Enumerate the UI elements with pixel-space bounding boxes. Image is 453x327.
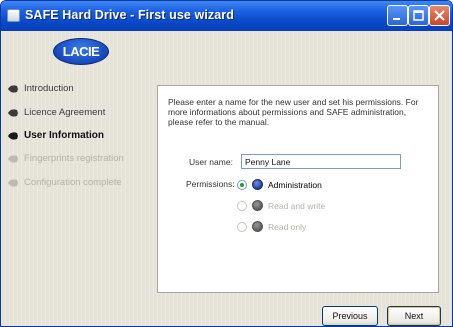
step-bullet-icon (8, 132, 18, 140)
step-bullet-icon (8, 85, 18, 93)
step-label: User Information (24, 130, 105, 141)
option-administration-label: Administration (268, 180, 322, 190)
previous-button[interactable]: Previous (322, 306, 378, 326)
option-read-only-label: Read only (268, 222, 307, 232)
step-label: Fingerprints registration (24, 153, 124, 164)
lacie-logo: LACIE (53, 38, 109, 65)
next-button[interactable]: Next (387, 306, 441, 326)
minimize-button[interactable] (387, 5, 408, 26)
admin-icon (252, 179, 263, 190)
wizard-window: SAFE Hard Drive - First use wizard LACIE… (0, 0, 453, 327)
maximize-icon (413, 10, 424, 21)
app-icon (7, 9, 20, 22)
read-write-icon (252, 200, 263, 211)
maximize-button[interactable] (408, 5, 429, 26)
step-label: Introduction (24, 83, 74, 94)
username-label: User name: (189, 157, 233, 167)
option-read-and-write-label: Read and write (268, 201, 326, 211)
step-label: Configuration complete (24, 177, 122, 188)
radio-read-and-write[interactable] (237, 201, 247, 211)
panel-description: Please enter a name for the new user and… (168, 97, 419, 127)
step-bullet-icon (8, 155, 18, 163)
title-bar[interactable]: SAFE Hard Drive - First use wizard (1, 1, 452, 31)
step-bullet-icon (8, 109, 18, 117)
logo-text: LACIE (62, 44, 100, 59)
radio-administration[interactable] (237, 180, 247, 190)
window-title: SAFE Hard Drive - First use wizard (25, 8, 235, 22)
permissions-label: Permissions: (186, 179, 235, 189)
user-information-panel: Please enter a name for the new user and… (157, 85, 439, 293)
step-label: Licence Agreement (24, 107, 106, 118)
close-icon (434, 10, 445, 21)
username-input[interactable]: Penny Lane (241, 154, 401, 169)
minimize-icon (393, 18, 400, 20)
close-button[interactable] (429, 5, 450, 26)
step-bullet-icon (8, 179, 18, 187)
radio-read-only[interactable] (237, 222, 247, 232)
read-only-icon (252, 221, 263, 232)
wizard-content: LACIE Introduction Licence Agreement Use… (1, 31, 452, 326)
